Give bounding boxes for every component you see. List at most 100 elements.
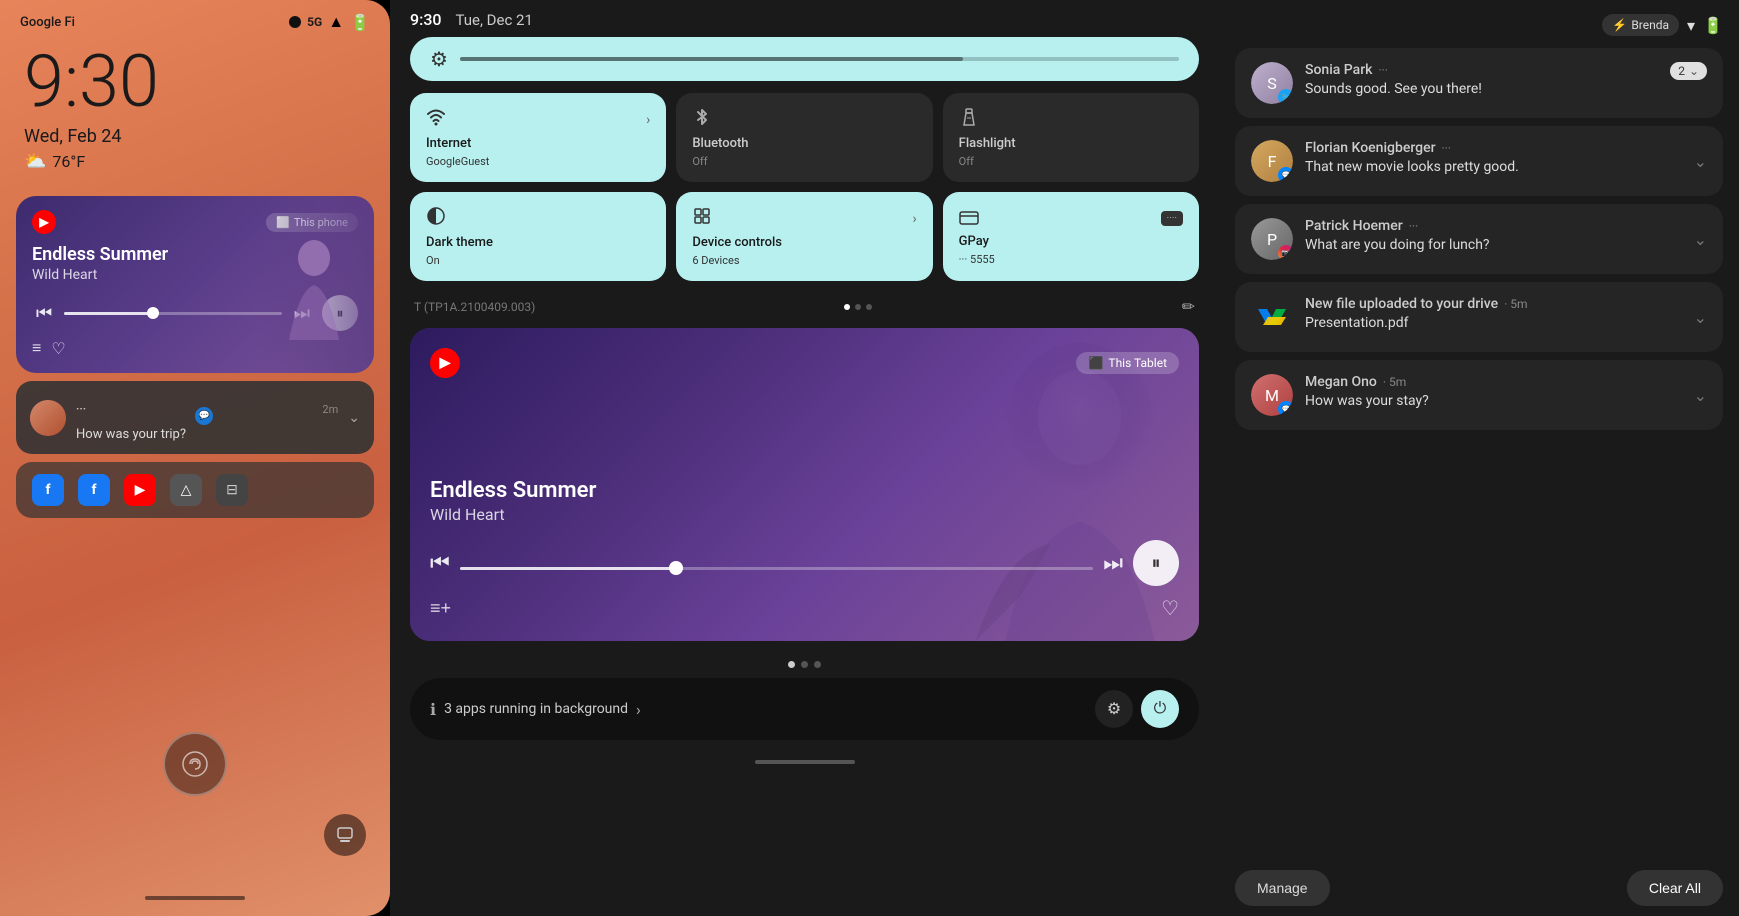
- brightness-row[interactable]: ⚙: [410, 37, 1199, 81]
- weather-icon: ⛅: [24, 151, 46, 172]
- shortcut-youtube[interactable]: ▶: [124, 474, 156, 506]
- this-tablet-badge: ⬛ This Tablet: [1076, 352, 1179, 374]
- florian-name: Florian Koenigberger: [1305, 140, 1436, 156]
- drive-notif-body: New file uploaded to your drive · 5m Pre…: [1305, 296, 1682, 331]
- fingerprint-button[interactable]: [163, 732, 227, 796]
- build-row: T (TP1A.2100409.003) ✏: [410, 291, 1199, 322]
- qs-tile-internet[interactable]: › Internet GoogleGuest: [410, 93, 666, 182]
- media-dots: [410, 661, 1199, 668]
- qs-tile-bluetooth[interactable]: Bluetooth Off: [676, 93, 932, 182]
- flashlight-tile-subtitle: Off: [959, 155, 1183, 168]
- qs-tile-gpay[interactable]: ···· GPay ··· 5555: [943, 192, 1199, 281]
- drive-timestamp: · 5m: [1504, 297, 1527, 311]
- chevron-right-icon2: ›: [912, 211, 916, 227]
- shortcut-app4[interactable]: △: [170, 474, 202, 506]
- tablet-heart-button[interactable]: ♡: [1161, 596, 1179, 621]
- music-album-art: [254, 196, 374, 373]
- florian-name-row: Florian Koenigberger ···: [1305, 140, 1682, 156]
- patrick-message: What are you doing for lunch?: [1305, 237, 1682, 253]
- device-controls-tile-label: Device controls: [692, 235, 916, 250]
- flashlight-icon: [959, 107, 979, 132]
- qs-tile-dark-theme[interactable]: Dark theme On: [410, 192, 666, 281]
- megan-expand-icon[interactable]: ⌄: [1694, 386, 1707, 405]
- notif-item-megan[interactable]: M 💬 Megan Ono · 5m How was your stay? ⌄: [1235, 360, 1723, 430]
- shortcut-app5[interactable]: ⊟: [216, 474, 248, 506]
- power-button[interactable]: ⏻: [1141, 690, 1179, 728]
- tablet-status-bar: 9:30 Tue, Dec 21: [410, 0, 1199, 37]
- patrick-name: Patrick Hoemer: [1305, 218, 1403, 234]
- notif-timestamp: 2m: [322, 403, 338, 416]
- bg-apps-chevron: ›: [636, 700, 641, 719]
- phone-notification-card[interactable]: ··· 💬 2m How was your trip? ⌄: [16, 381, 374, 454]
- drive-name-row: New file uploaded to your drive · 5m: [1305, 296, 1682, 312]
- phone-progress-fill: [64, 312, 151, 315]
- battery-status-icon: 🔋: [1703, 16, 1723, 35]
- task-switcher-button[interactable]: [324, 814, 366, 856]
- florian-expand-icon[interactable]: ⌄: [1694, 152, 1707, 171]
- gpay-tile-label: GPay: [959, 234, 1183, 249]
- device-controls-tile-subtitle: 6 Devices: [692, 254, 916, 267]
- instagram-badge: 📷: [1278, 245, 1293, 260]
- brightness-slider[interactable]: [460, 57, 1179, 61]
- current-user-label: Brenda: [1631, 18, 1669, 32]
- internet-tile-label: Internet: [426, 136, 650, 151]
- bluetooth-tile-subtitle: Off: [692, 155, 916, 168]
- tablet-prev-button[interactable]: ⏮: [430, 550, 450, 576]
- shortcut-facebook[interactable]: f: [32, 474, 64, 506]
- qs-device-header: ›: [692, 206, 916, 231]
- tablet-media-controls: ⏮ ⏭ ⏸: [430, 540, 1179, 586]
- tablet-progress-thumb: [669, 561, 683, 575]
- notif-item-drive[interactable]: New file uploaded to your drive · 5m Pre…: [1235, 282, 1723, 352]
- shortcut-facebook2[interactable]: f: [78, 474, 110, 506]
- notifications-panel: ⚡ Brenda ▾ 🔋 S 🐦 Sonia Park ··· Sounds g…: [1219, 0, 1739, 916]
- megan-message: How was your stay?: [1305, 393, 1682, 409]
- wifi-status-icon: ▾: [1687, 16, 1695, 35]
- patrick-avatar: P 📷: [1251, 218, 1293, 260]
- qs-tile-flashlight[interactable]: Flashlight Off: [943, 93, 1199, 182]
- notif-status-bar: ⚡ Brenda ▾ 🔋: [1235, 10, 1723, 48]
- tablet-pause-button[interactable]: ⏸: [1133, 540, 1179, 586]
- qs-internet-header: ›: [426, 107, 650, 132]
- phone-date: Wed, Feb 24: [0, 122, 390, 149]
- prev-button[interactable]: ⏮: [32, 299, 56, 328]
- settings-button[interactable]: ⚙: [1095, 690, 1133, 728]
- media-dot-1: [788, 661, 795, 668]
- heart-button[interactable]: ♡: [51, 339, 65, 359]
- drive-expand-icon[interactable]: ⌄: [1694, 308, 1707, 327]
- internet-tile-subtitle: GoogleGuest: [426, 155, 650, 168]
- tablet-track-title: Endless Summer: [430, 478, 1179, 503]
- twitter-badge: 🐦: [1278, 89, 1293, 104]
- phone-battery-icon: 🔋: [350, 13, 370, 32]
- manage-button[interactable]: Manage: [1235, 870, 1330, 906]
- notif-app-badge: 💬: [195, 407, 213, 425]
- info-icon: ℹ: [430, 700, 436, 719]
- tablet-next-button[interactable]: ⏭: [1103, 550, 1123, 576]
- clear-all-button[interactable]: Clear All: [1627, 870, 1723, 906]
- phone-status-bar: Google Fi 5G ▲ 🔋: [0, 0, 390, 38]
- florian-avatar: F 💬: [1251, 140, 1293, 182]
- gpay-tile-subtitle: ··· 5555: [959, 253, 1183, 266]
- edit-icon[interactable]: ✏: [1182, 297, 1195, 316]
- phone-progress-thumb: [147, 307, 159, 319]
- notif-item-sonia[interactable]: S 🐦 Sonia Park ··· Sounds good. See you …: [1235, 48, 1723, 118]
- notif-expand-icon[interactable]: ⌄: [348, 410, 360, 426]
- phone-status-icons: 5G ▲ 🔋: [289, 12, 370, 32]
- flashlight-tile-label: Flashlight: [959, 136, 1183, 151]
- qs-bluetooth-header: [692, 107, 916, 132]
- notif-sender-name: ···: [76, 402, 86, 416]
- page-dots: [844, 304, 872, 310]
- drive-icon: [1251, 296, 1293, 338]
- device-controls-icon: [692, 206, 712, 231]
- bg-apps-row[interactable]: ℹ 3 apps running in background › ⚙ ⏻: [410, 678, 1199, 740]
- queue-button[interactable]: ≡: [32, 339, 41, 359]
- page-dot-1: [844, 304, 850, 310]
- notif-item-patrick[interactable]: P 📷 Patrick Hoemer ··· What are you doin…: [1235, 204, 1723, 274]
- media-content: ▶ ⬛ This Tablet Endless Summer Wild Hear…: [430, 348, 1179, 621]
- notif-item-florian[interactable]: F 💬 Florian Koenigberger ··· That new mo…: [1235, 126, 1723, 196]
- tablet-queue-button[interactable]: ≡+: [430, 598, 451, 619]
- patrick-expand-icon[interactable]: ⌄: [1694, 230, 1707, 249]
- media-dot-2: [801, 661, 808, 668]
- qs-tile-device-controls[interactable]: › Device controls 6 Devices: [676, 192, 932, 281]
- tablet-date: Tue, Dec 21: [456, 11, 533, 29]
- patrick-name-row: Patrick Hoemer ···: [1305, 218, 1682, 234]
